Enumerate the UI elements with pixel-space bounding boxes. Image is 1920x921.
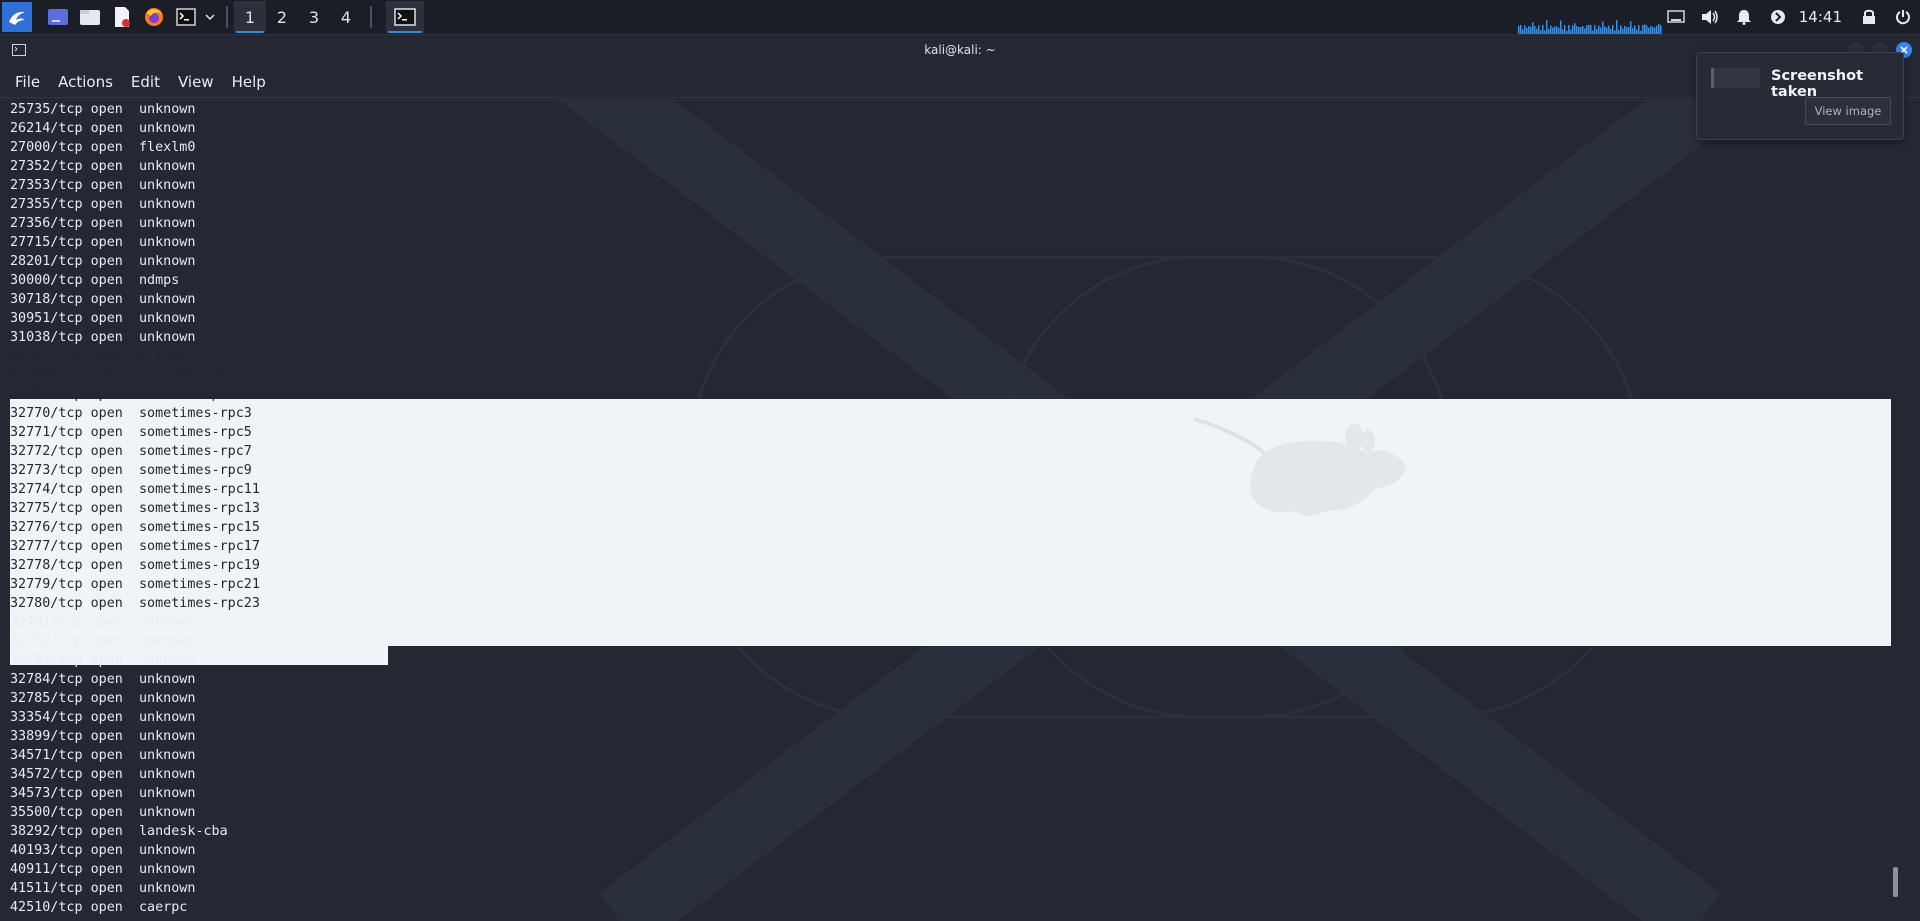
terminal-line: 32774/tcp open sometimes-rpc11 [10, 482, 260, 497]
terminal-line: 40193/tcp open unknown [10, 843, 196, 858]
workspace-1[interactable]: 1 [234, 1, 266, 33]
screenshot-thumbnail [1711, 68, 1760, 88]
file-manager-icon[interactable] [76, 3, 104, 31]
menu-actions[interactable]: Actions [49, 73, 122, 91]
terminal-lines: 25735/tcp open unknown 26214/tcp open unk… [10, 100, 260, 917]
terminal-line: 30718/tcp open unknown [10, 292, 196, 307]
terminal-line: 35500/tcp open unknown [10, 805, 196, 820]
cpu-graph [1518, 20, 1662, 34]
terminal-line: 32783/tcp open unknown [10, 653, 196, 668]
text-editor-icon[interactable] [108, 3, 136, 31]
screenshot-notification: Screenshot taken View image [1696, 52, 1904, 140]
terminal-line: 28201/tcp open unknown [10, 254, 196, 269]
terminal-output[interactable]: 25735/tcp open unknown 26214/tcp open unk… [0, 97, 1904, 921]
desktop-icon[interactable] [44, 3, 72, 31]
workspace-3[interactable]: 3 [298, 1, 330, 33]
terminal-line: 27353/tcp open unknown [10, 178, 196, 193]
menu-view[interactable]: View [169, 73, 223, 91]
terminal-line: 31038/tcp open unknown [10, 330, 196, 345]
terminal-icon[interactable] [172, 3, 200, 31]
terminal-line: 32776/tcp open sometimes-rpc15 [10, 520, 260, 535]
terminal-line: 27715/tcp open unknown [10, 235, 196, 250]
terminal-line: 32769/tcp open filenet-rpc [10, 387, 228, 402]
terminal-line: 32771/tcp open sometimes-rpc5 [10, 425, 252, 440]
notification-bell-icon[interactable] [1727, 0, 1761, 34]
terminal-line: 41511/tcp open unknown [10, 881, 196, 896]
workspace-label: 2 [276, 7, 288, 27]
terminal-line: 42510/tcp open caerpc [10, 900, 188, 915]
menu-edit[interactable]: Edit [122, 73, 169, 91]
terminal-line: 33899/tcp open unknown [10, 729, 196, 744]
terminal-line: 32775/tcp open sometimes-rpc13 [10, 501, 260, 516]
terminal-line: 31337/tcp open Elite [10, 349, 180, 364]
terminal-line: 32768/tcp open filenet-tms [10, 368, 228, 383]
xfce-mouse-watermark [1193, 417, 1406, 517]
terminal-line: 27352/tcp open unknown [10, 159, 196, 174]
workspace-2[interactable]: 2 [266, 1, 298, 33]
text-selection [10, 399, 1891, 646]
menu-file[interactable]: File [6, 73, 49, 91]
chevron-down-icon[interactable] [202, 3, 218, 31]
terminal-line: 30951/tcp open unknown [10, 311, 196, 326]
terminal-line: 32772/tcp open sometimes-rpc7 [10, 444, 252, 459]
window-titlebar[interactable]: kali@kali: ~ [0, 35, 1920, 67]
scrollbar[interactable] [1888, 97, 1904, 921]
terminal-icon [394, 8, 416, 26]
terminal-line: 32778/tcp open sometimes-rpc19 [10, 558, 260, 573]
terminal-line: 32773/tcp open sometimes-rpc9 [10, 463, 252, 478]
terminal-line: 32780/tcp open sometimes-rpc23 [10, 596, 260, 611]
workspace-label: 3 [308, 7, 320, 27]
terminal-line: 32770/tcp open sometimes-rpc3 [10, 406, 252, 421]
workspace-label: 4 [340, 7, 352, 27]
clock[interactable]: 14:41 [1795, 8, 1852, 26]
menu-help[interactable]: Help [223, 73, 275, 91]
terminal-line: 32782/tcp open unknown [10, 634, 196, 649]
terminal-line: 27355/tcp open unknown [10, 197, 196, 212]
panel-separator [226, 6, 228, 28]
terminal-line: 27356/tcp open unknown [10, 216, 196, 231]
firefox-icon[interactable] [140, 3, 168, 31]
terminal-line: 38292/tcp open landesk-cba [10, 824, 228, 839]
terminal-line: 32785/tcp open unknown [10, 691, 196, 706]
terminal-line: 33354/tcp open unknown [10, 710, 196, 725]
terminal-line: 32781/tcp open unknown [10, 615, 196, 630]
view-image-button[interactable]: View image [1805, 97, 1891, 125]
terminal-window: kali@kali: ~ File Actions Edit View Help [0, 35, 1920, 921]
notification-title: Screenshot taken [1771, 68, 1864, 100]
terminal-line: 30000/tcp open ndmps [10, 273, 180, 288]
terminal-line: 34572/tcp open unknown [10, 767, 196, 782]
terminal-line: 27000/tcp open flexlm0 [10, 140, 196, 155]
terminal-line: 26214/tcp open unknown [10, 121, 196, 136]
lock-icon[interactable] [1852, 0, 1886, 34]
terminal-line: 25735/tcp open unknown [10, 102, 196, 117]
window-title: kali@kali: ~ [924, 43, 996, 57]
menu-bar: File Actions Edit View Help [0, 67, 1920, 98]
terminal-line: 34573/tcp open unknown [10, 786, 196, 801]
update-icon[interactable] [1761, 0, 1795, 34]
workspace-label: 1 [244, 7, 256, 27]
scrollbar-thumb[interactable] [1893, 867, 1898, 897]
panel-separator [370, 6, 372, 28]
terminal-line: 34571/tcp open unknown [10, 748, 196, 763]
display-icon[interactable] [1659, 0, 1693, 34]
volume-icon[interactable] [1693, 0, 1727, 34]
top-panel: 1 2 3 4 14:41 [0, 0, 1920, 35]
terminal-line: 32779/tcp open sometimes-rpc21 [10, 577, 260, 592]
terminal-line: 32784/tcp open unknown [10, 672, 196, 687]
terminal-line: 32777/tcp open sometimes-rpc17 [10, 539, 260, 554]
kali-menu-icon[interactable] [2, 2, 32, 32]
workspace-4[interactable]: 4 [330, 1, 362, 33]
power-icon[interactable] [1886, 0, 1920, 34]
terminal-line: 40911/tcp open unknown [10, 862, 196, 877]
taskbar-terminal-button[interactable] [386, 1, 424, 33]
